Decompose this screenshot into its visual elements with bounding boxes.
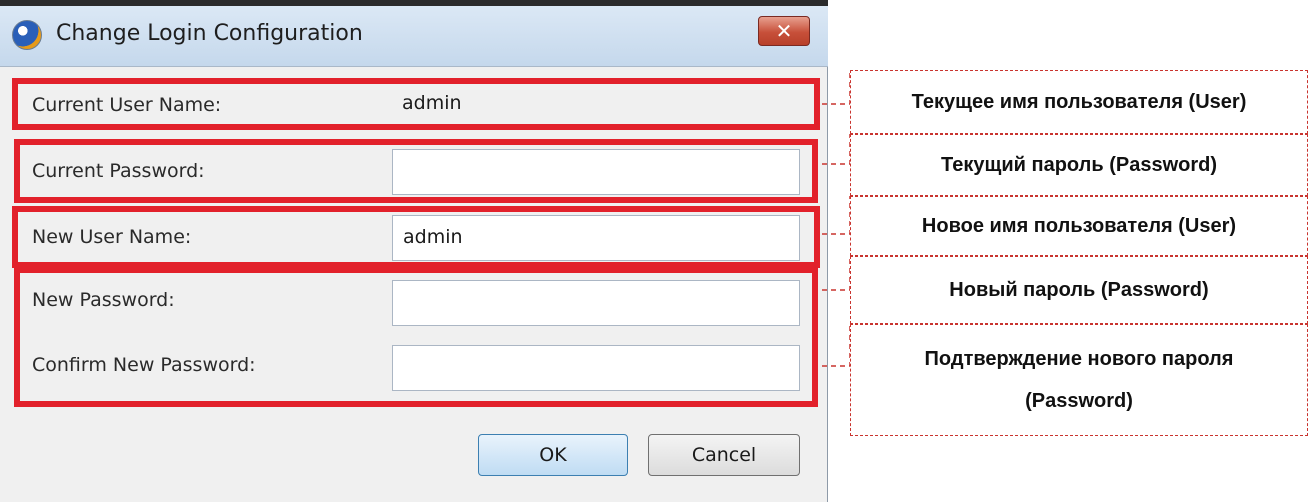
connector-current-password (822, 134, 851, 165)
callout-current-user-text: Текущее имя пользователя (User) (911, 91, 1247, 113)
connector-confirm-password (822, 324, 851, 367)
callout-new-user-text: Новое имя пользователя (User) (921, 215, 1237, 237)
callout-confirm-password: Подтверждение нового пароля (Password) (850, 324, 1308, 436)
callout-current-password-text: Текущий пароль (Password) (941, 154, 1217, 176)
callout-new-user: Новое имя пользователя (User) (850, 196, 1308, 256)
callout-confirm-password-line2: (Password) (1025, 390, 1133, 412)
callout-confirm-password-line1: Подтверждение нового пароля (924, 348, 1234, 370)
connector-new-password (822, 256, 851, 291)
callout-new-password: Новый пароль (Password) (850, 256, 1308, 324)
callout-current-user: Текущее имя пользователя (User) (850, 70, 1308, 134)
connector-current-user (822, 70, 851, 105)
callout-current-password: Текущий пароль (Password) (850, 134, 1308, 196)
callout-new-password-text: Новый пароль (Password) (949, 279, 1209, 301)
connector-new-user (822, 196, 851, 235)
